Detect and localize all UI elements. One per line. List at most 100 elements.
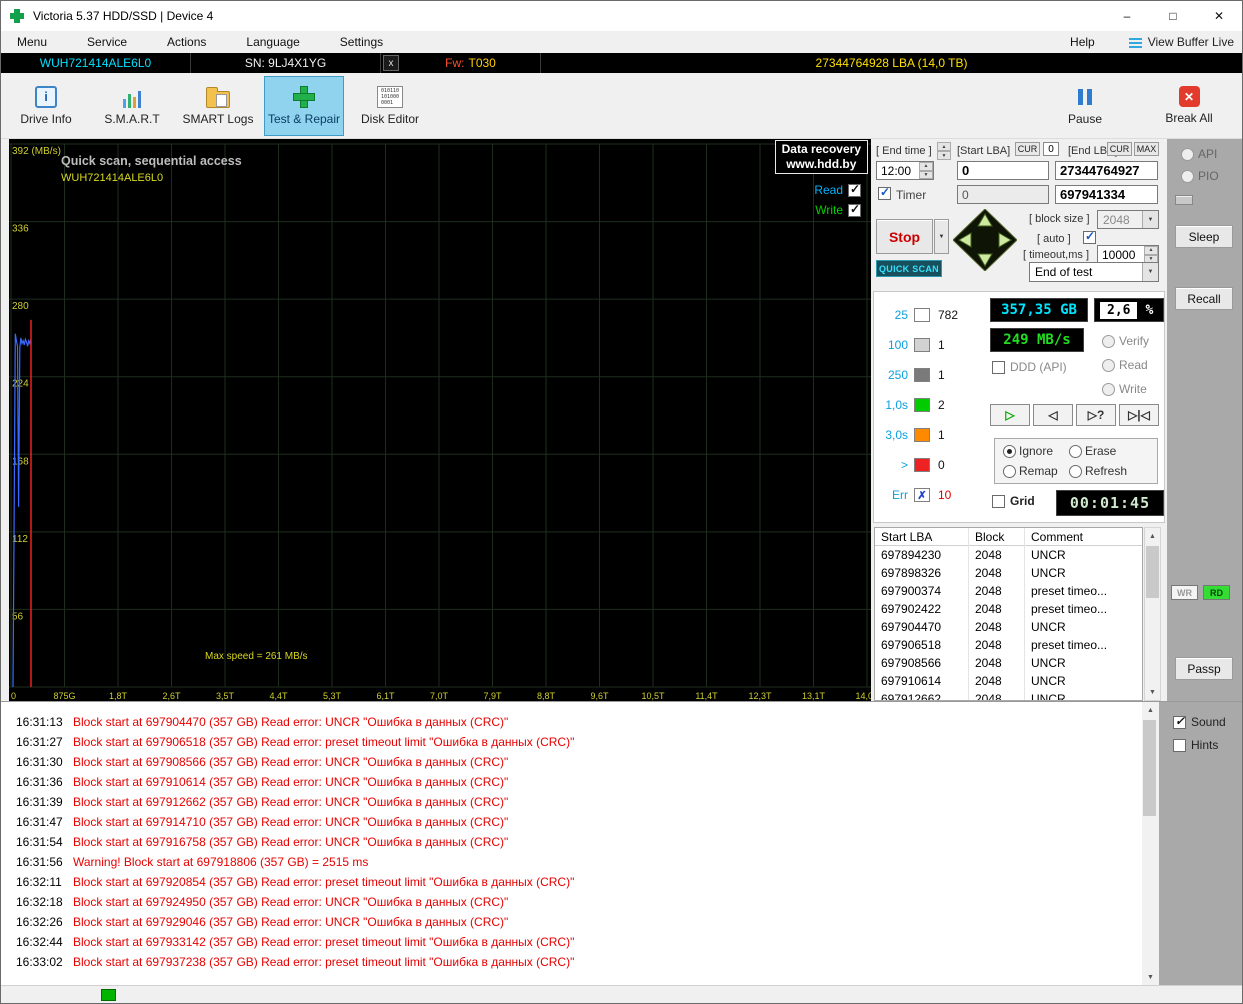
log-scrollbar[interactable]: ▲ ▼ [1142, 702, 1159, 985]
log-message: Block start at 697914710 (357 GB) Read e… [63, 815, 508, 829]
progress-value: 2,6 [1100, 302, 1137, 319]
svg-text:14,0T: 14,0T [855, 691, 871, 701]
toolbar-drive-info[interactable]: i Drive Info [7, 77, 85, 135]
table-scrollbar[interactable]: ▲ ▼ [1144, 527, 1161, 701]
defect-table-row[interactable]: 6979106142048UNCR [875, 672, 1142, 690]
step-back-button[interactable]: ◁ [1033, 404, 1073, 426]
write-checkbox[interactable] [848, 204, 861, 217]
end-time-input[interactable]: 12:00▲▼ [876, 161, 934, 180]
start-lba-cur-value: 0 [1043, 142, 1059, 156]
device-close-button[interactable]: x [383, 55, 399, 71]
api-radio[interactable]: API [1181, 147, 1217, 161]
read-checkbox[interactable] [848, 184, 861, 197]
ddd-checkbox[interactable]: DDD (API) [992, 360, 1067, 374]
defect-table-row[interactable]: 6978942302048UNCR [875, 546, 1142, 564]
end-lba-input[interactable]: 27344764927 [1055, 161, 1158, 180]
pio-radio[interactable]: PIO [1181, 169, 1219, 183]
legend-count: 782 [938, 308, 958, 322]
menu-item-settings[interactable]: Settings [332, 35, 391, 49]
grid-checkbox[interactable]: Grid [992, 494, 1035, 508]
write-indicator[interactable]: WR [1171, 585, 1198, 600]
defect-table-row[interactable]: 6979003742048preset timeo... [875, 582, 1142, 600]
toolbar-disk-editor[interactable]: 010110 101000 0001 Disk Editor [351, 77, 429, 135]
defect-table-row[interactable]: 6979044702048UNCR [875, 618, 1142, 636]
defect-table-row[interactable]: 6979024222048preset timeo... [875, 600, 1142, 618]
toolbar-label: Test & Repair [268, 112, 340, 126]
spinner-down-icon[interactable]: ▼ [919, 171, 933, 180]
pause-button[interactable]: Pause [1046, 77, 1124, 135]
dropdown-arrow-icon[interactable]: ▼ [1142, 263, 1158, 281]
log-entry: 16:31:39Block start at 697912662 (357 GB… [1, 792, 1142, 812]
spinner-up-icon[interactable]: ▲ [1144, 246, 1158, 255]
toolbar-smart-logs[interactable]: SMART Logs [179, 77, 257, 135]
firmware-label: Fw: [445, 56, 464, 70]
log-scroll-thumb[interactable] [1143, 720, 1156, 816]
menu-item-help[interactable]: Help [1062, 35, 1103, 49]
action-erase-radio[interactable]: Erase [1069, 444, 1116, 458]
hints-checkbox[interactable]: Hints [1173, 738, 1242, 752]
titlebar: Victoria 5.37 HDD/SSD | Device 4 – □ ✕ [1, 1, 1242, 31]
stop-button[interactable]: Stop [876, 219, 933, 254]
jump-end-button[interactable]: ▷|◁ [1119, 404, 1159, 426]
defect-table-row[interactable]: 6979065182048preset timeo... [875, 636, 1142, 654]
timer-input[interactable]: 0 [957, 185, 1049, 204]
toolbar-label: Drive Info [20, 112, 71, 126]
stop-dropdown-button[interactable]: ▼ [934, 219, 949, 254]
end-lba-cur-button[interactable]: CUR [1107, 142, 1132, 156]
play-button[interactable]: ▷ [990, 404, 1030, 426]
defect-table-row[interactable]: 6978983262048UNCR [875, 564, 1142, 582]
recall-button[interactable]: Recall [1175, 287, 1233, 310]
scroll-down-icon[interactable]: ▼ [1142, 969, 1159, 985]
cell-block: 2048 [969, 600, 1025, 618]
table-scroll-thumb[interactable] [1146, 546, 1159, 598]
menu-item-language[interactable]: Language [238, 35, 307, 49]
mode-write-radio[interactable]: Write [1102, 382, 1147, 396]
spinner-down-icon[interactable]: ▼ [937, 151, 951, 160]
seek-question-button[interactable]: ▷? [1076, 404, 1116, 426]
dropdown-arrow-icon[interactable]: ▼ [1142, 211, 1158, 228]
view-buffer-live-button[interactable]: View Buffer Live [1129, 35, 1234, 49]
device-capacity: 27344764928 LBA (14,0 TB) [816, 56, 968, 70]
current-lba-input[interactable]: 697941334 [1055, 185, 1158, 204]
timer-checkbox[interactable] [878, 187, 891, 200]
sound-label: Sound [1191, 715, 1226, 729]
mode-verify-radio[interactable]: Verify [1102, 334, 1149, 348]
auto-checkbox[interactable] [1083, 231, 1096, 244]
defect-table-row[interactable]: 6979126622048UNCR [875, 690, 1142, 701]
menu-item-actions[interactable]: Actions [159, 35, 214, 49]
menu-item-service[interactable]: Service [79, 35, 135, 49]
toolbar-test-repair[interactable]: Test & Repair [265, 77, 343, 135]
action-refresh-radio[interactable]: Refresh [1069, 464, 1127, 478]
read-indicator[interactable]: RD [1203, 585, 1230, 600]
defect-table-body: 6978942302048UNCR6978983262048UNCR697900… [875, 546, 1142, 701]
menu-item-menu[interactable]: Menu [9, 35, 55, 49]
break-all-button[interactable]: ✕ Break All [1150, 77, 1228, 135]
close-button[interactable]: ✕ [1196, 1, 1242, 31]
sound-checkbox[interactable]: Sound [1173, 715, 1242, 729]
scroll-up-icon[interactable]: ▲ [1145, 528, 1160, 544]
arrow-pad[interactable] [953, 209, 1017, 274]
action-remap-radio[interactable]: Remap [1003, 464, 1058, 478]
spinner-up-icon[interactable]: ▲ [937, 142, 951, 151]
end-time-spinner[interactable]: ▲▼ [937, 142, 951, 160]
header-comment: Comment [1025, 528, 1142, 546]
defect-table-row[interactable]: 6979085662048UNCR [875, 654, 1142, 672]
indicator-chip [1175, 195, 1193, 205]
end-lba-max-button[interactable]: MAX [1134, 142, 1159, 156]
end-of-test-select[interactable]: End of test▼ [1029, 262, 1159, 282]
spinner-up-icon[interactable]: ▲ [919, 162, 933, 171]
timeout-label: [ timeout,ms ] [1023, 249, 1089, 261]
start-lba-input[interactable]: 0 [957, 161, 1049, 180]
maximize-button[interactable]: □ [1150, 1, 1196, 31]
scroll-down-icon[interactable]: ▼ [1145, 684, 1160, 700]
mode-read-radio[interactable]: Read [1102, 358, 1148, 372]
sleep-button[interactable]: Sleep [1175, 225, 1233, 248]
minimize-button[interactable]: – [1104, 1, 1150, 31]
block-size-select[interactable]: 2048▼ [1097, 210, 1159, 229]
action-ignore-radio[interactable]: Ignore [1003, 444, 1053, 458]
quick-scan-button[interactable]: QUICK SCAN [876, 260, 942, 277]
toolbar-smart[interactable]: S.M.A.R.T [93, 77, 171, 135]
passp-button[interactable]: Passp [1175, 657, 1233, 680]
start-lba-cur-button[interactable]: CUR [1015, 142, 1040, 156]
scroll-up-icon[interactable]: ▲ [1142, 702, 1159, 718]
